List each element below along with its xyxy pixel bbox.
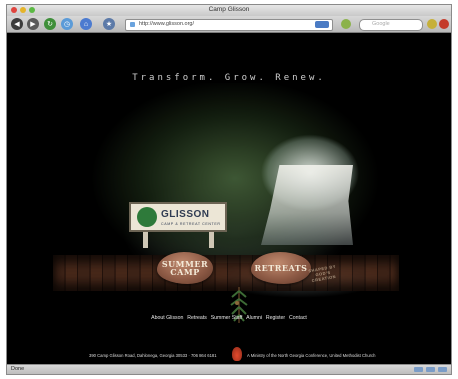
extension-icon[interactable] [341,19,351,29]
home-icon[interactable]: ⌂ [80,18,92,30]
nav-alumni[interactable]: Alumni [246,315,262,321]
glisson-logo-icon [137,207,157,227]
browser-toolbar: ◀ ▶ ↻ ◷ ⌂ ★ http://www.glisson.org/ Goog… [7,16,451,33]
back-icon[interactable]: ◀ [11,18,23,30]
site-favicon-icon [130,22,135,27]
tagline: Transform. Grow. Renew. [132,73,326,83]
retreats-button[interactable]: RETREATS [251,252,311,284]
search-placeholder: Google [372,21,390,27]
logo-name: GLISSON [161,209,210,220]
nav-retreats[interactable]: Retreats [187,315,207,321]
forward-icon[interactable]: ▶ [27,18,39,30]
address-bar[interactable]: http://www.glisson.org/ [125,19,333,31]
status-icon[interactable] [414,367,423,372]
waterfall [261,165,353,245]
site-nav: About Glisson Retreats Summer Staff Alum… [7,315,451,321]
rss-icon[interactable] [315,21,329,28]
address-url: http://www.glisson.org/ [139,21,195,27]
footer-ministry: A Ministry of the North Georgia Conferen… [247,353,376,358]
search-field[interactable]: Google [359,19,423,31]
nav-about-glisson[interactable]: About Glisson [151,315,183,321]
status-icon[interactable] [426,367,435,372]
status-icon[interactable] [438,367,447,372]
plugin-icon[interactable] [427,19,437,29]
stop-icon[interactable] [439,19,449,29]
page-content: Transform. Grow. Renew. GLISSON CAMP & R… [7,33,451,366]
logo-subtitle: CAMP & RETREAT CENTER [161,222,221,226]
reload-icon[interactable]: ↻ [44,18,56,30]
summer-camp-button[interactable]: SUMMER CAMP [157,252,213,284]
status-text: Done [11,366,25,372]
bookmark-icon[interactable]: ★ [103,18,115,30]
browser-window: Camp Glisson ◀ ▶ ↻ ◷ ⌂ ★ http://www.glis… [6,4,452,375]
footer-address: 390 Camp Glisson Road, Dahlonega, Georgi… [89,353,217,358]
window-title: Camp Glisson [208,6,250,13]
status-bar: Done [7,364,451,374]
nav-contact[interactable]: Contact [289,315,307,321]
cross-and-flame-icon [232,347,242,361]
wooden-fence [53,255,399,291]
nav-register[interactable]: Register [266,315,285,321]
glisson-logo-sign[interactable]: GLISSON CAMP & RETREAT CENTER [129,198,227,248]
history-icon[interactable]: ◷ [61,18,73,30]
nav-summer-staff[interactable]: Summer Staff [211,315,243,321]
